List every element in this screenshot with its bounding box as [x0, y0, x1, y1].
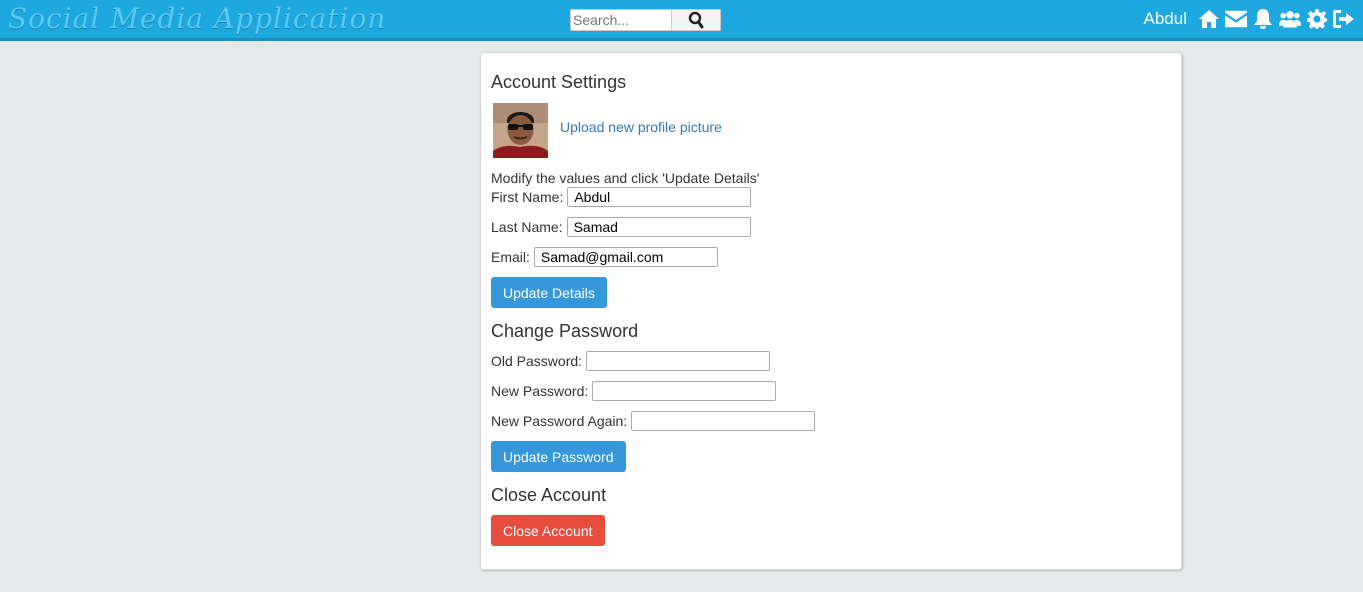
- search-input[interactable]: [570, 9, 671, 31]
- first-name-label: First Name:: [491, 189, 564, 205]
- update-details-button[interactable]: Update Details: [491, 277, 607, 308]
- first-name-input[interactable]: [567, 187, 752, 207]
- new-password-input[interactable]: [592, 381, 777, 401]
- instructions-text: Modify the values and click 'Update Deta…: [491, 170, 760, 186]
- nav-menu: Abdul: [1144, 8, 1355, 30]
- last-name-row: Last Name:: [491, 217, 751, 237]
- envelope-icon[interactable]: [1225, 8, 1247, 30]
- first-name-row: First Name:: [491, 187, 752, 207]
- gear-icon[interactable]: [1306, 8, 1328, 30]
- email-row: Email:: [491, 247, 718, 267]
- new-password-row: New Password:: [491, 381, 777, 401]
- new-password-again-row: New Password Again:: [491, 411, 816, 431]
- new-password-again-label: New Password Again:: [491, 413, 628, 429]
- app-logo[interactable]: Social Media Application: [8, 2, 386, 35]
- account-settings-card: Account Settings Upload new profile pict…: [480, 52, 1182, 570]
- last-name-input[interactable]: [566, 217, 751, 237]
- update-password-button[interactable]: Update Password: [491, 441, 626, 472]
- upload-profile-picture-link[interactable]: Upload new profile picture: [560, 119, 722, 135]
- profile-picture: [493, 103, 548, 158]
- search-form: [570, 9, 721, 31]
- email-label: Email:: [491, 249, 530, 265]
- search-button[interactable]: [671, 9, 721, 31]
- nav-username[interactable]: Abdul: [1144, 9, 1187, 29]
- old-password-row: Old Password:: [491, 351, 771, 371]
- change-password-heading: Change Password: [491, 321, 639, 341]
- users-icon[interactable]: [1279, 8, 1301, 30]
- search-icon: [688, 11, 704, 29]
- bell-icon[interactable]: [1252, 8, 1274, 30]
- new-password-label: New Password:: [491, 383, 589, 399]
- account-settings-heading: Account Settings: [491, 72, 627, 92]
- close-account-button[interactable]: Close Account: [491, 515, 605, 546]
- last-name-label: Last Name:: [491, 219, 563, 235]
- email-input[interactable]: [533, 247, 718, 267]
- top-bar: Social Media Application Abdul: [0, 0, 1363, 41]
- sign-out-icon[interactable]: [1333, 8, 1355, 30]
- old-password-label: Old Password:: [491, 353, 583, 369]
- close-account-heading: Close Account: [491, 485, 607, 505]
- home-icon[interactable]: [1198, 8, 1220, 30]
- new-password-again-input[interactable]: [631, 411, 816, 431]
- old-password-input[interactable]: [586, 351, 771, 371]
